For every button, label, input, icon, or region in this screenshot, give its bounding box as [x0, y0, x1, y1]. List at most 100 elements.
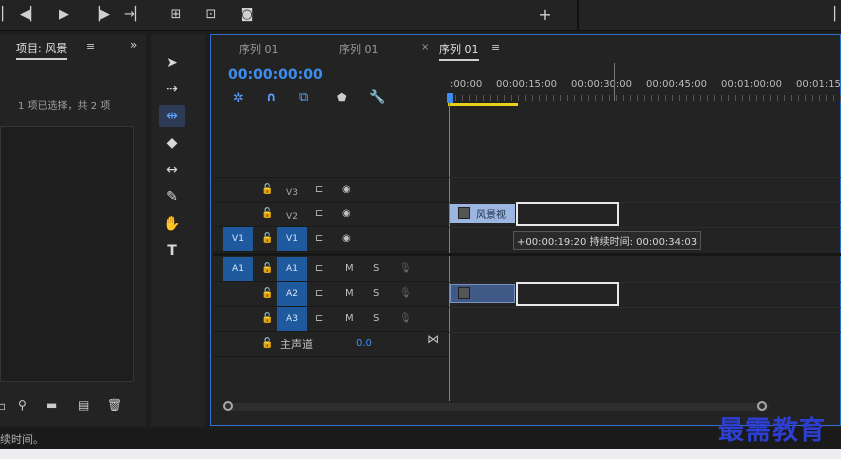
export-frame-icon[interactable]: ◙ [238, 6, 256, 24]
selection-tool-icon[interactable]: ➤ [159, 52, 185, 74]
expand-panels-icon[interactable]: » [130, 38, 137, 52]
scroll-handle-left[interactable] [223, 401, 233, 411]
trash-icon[interactable]: 🗑 [107, 398, 122, 412]
step-forward-icon[interactable]: ▕▶ [90, 6, 110, 24]
clip-thumbnail-icon [458, 207, 470, 219]
solo-button[interactable]: S [373, 263, 379, 274]
mark-in-icon[interactable]: ▏ [0, 6, 16, 24]
new-item-page-icon[interactable]: ▤ [78, 398, 89, 412]
ruler-label: 00:00:30:00 [571, 79, 633, 90]
nest-icon[interactable]: ✲ [233, 91, 244, 106]
solo-button[interactable]: S [373, 313, 379, 324]
playhead-handle[interactable] [447, 93, 453, 103]
selection-info: 1 项已选择，共 2 项 [18, 101, 111, 112]
add-marker-icon[interactable]: ⬟ [337, 91, 347, 104]
audio-clip[interactable] [450, 284, 515, 303]
ruler-label: 00:00:45:00 [646, 79, 708, 90]
snap-icon[interactable]: ∩ [266, 90, 277, 105]
microphone-icon[interactable]: 🎙 [399, 313, 412, 324]
audio-clip-ghost [516, 282, 619, 306]
microphone-icon[interactable]: 🎙 [399, 263, 412, 274]
mute-button[interactable]: M [345, 263, 354, 274]
playhead-line [449, 101, 450, 401]
project-tab-title[interactable]: 项目: 风景 [16, 40, 68, 60]
track-label[interactable]: V3 [277, 183, 307, 203]
track-line [449, 202, 841, 203]
hand-tool-icon[interactable]: ✋ [159, 213, 185, 235]
source-patch-a1[interactable]: A1 [223, 257, 253, 281]
track-target-v1[interactable]: V1 [277, 227, 307, 251]
settings-wrench-icon[interactable]: 🔧 [369, 90, 385, 105]
search-icon[interactable]: ⚲ [18, 398, 27, 412]
razor-tool-icon[interactable]: ◆ [159, 132, 185, 154]
cursor-line [614, 63, 615, 101]
track-label[interactable]: V2 [277, 207, 307, 227]
lock-icon[interactable]: 🔓 [261, 263, 273, 274]
step-back-icon[interactable]: ◀▏ [20, 6, 40, 24]
pen-tool-icon[interactable]: ✎ [159, 186, 185, 208]
lock-icon[interactable]: 🔓 [261, 338, 273, 349]
mute-button[interactable]: M [345, 288, 354, 299]
eye-icon[interactable]: ◉ [342, 233, 351, 244]
track-a2: 🔓 A2 ⊏ M S 🎙 [213, 282, 449, 307]
timeline-menu-icon[interactable]: ≡ [491, 41, 500, 54]
close-tab-icon[interactable]: × [421, 42, 429, 53]
lock-icon[interactable]: 🔓 [261, 313, 273, 324]
track-target-a2[interactable]: A2 [277, 282, 307, 306]
source-patch-v1[interactable]: V1 [223, 227, 253, 251]
new-item-icon[interactable]: ▫ [0, 399, 6, 413]
tab-sequence-active[interactable]: 序列 01 [439, 41, 479, 61]
track-v2: 🔓 V2 ⊏ ◉ [213, 202, 449, 227]
collapse-icon[interactable]: ⋈ [427, 332, 439, 346]
new-bin-icon[interactable]: ▬ [46, 398, 57, 412]
eye-icon[interactable]: ◉ [342, 208, 351, 219]
lock-icon[interactable]: 🔓 [261, 233, 273, 244]
time-ruler[interactable]: :00:00 00:00:15:00 00:00:30:00 00:00:45:… [448, 63, 841, 109]
tab-sequence-1[interactable]: 序列 01 [239, 41, 279, 57]
program-monitor-icon[interactable]: ▏ [830, 6, 841, 24]
track-line [449, 332, 841, 333]
sync-lock-icon[interactable]: ⊏ [315, 288, 323, 299]
track-master: 🔓 主声道 0.0 ⋈ [213, 332, 449, 357]
go-to-out-icon[interactable]: →▏ [124, 6, 145, 24]
sync-lock-icon[interactable]: ⊏ [315, 233, 323, 244]
solo-button[interactable]: S [373, 288, 379, 299]
sync-lock-icon[interactable]: ⊏ [315, 184, 323, 195]
sync-lock-icon[interactable]: ⊏ [315, 263, 323, 274]
track-select-tool-icon[interactable]: ⇢ [159, 78, 185, 100]
track-line [449, 282, 841, 283]
panel-menu-icon[interactable]: ≡ [86, 40, 95, 53]
type-tool-icon[interactable]: T [159, 240, 185, 262]
tools-panel: ➤ ⇢ ⇹ ◆ ↔ ✎ ✋ T [151, 34, 205, 426]
video-clip-ghost [516, 202, 619, 226]
track-a1: A1 🔓 A1 ⊏ M S 🎙 [213, 257, 449, 282]
timecode-display[interactable]: 00:00:00:00 [228, 67, 323, 83]
master-track-label: 主声道 [280, 338, 313, 351]
video-audio-divider[interactable] [213, 253, 841, 256]
ruler-ticks [448, 95, 841, 101]
mute-button[interactable]: M [345, 313, 354, 324]
slip-tool-icon[interactable]: ↔ [159, 159, 185, 181]
lock-icon[interactable]: 🔓 [261, 288, 273, 299]
track-target-a3[interactable]: A3 [277, 307, 307, 331]
project-bin-list[interactable] [0, 126, 134, 382]
insert-icon[interactable]: ⊞ [167, 6, 185, 24]
master-volume-value[interactable]: 0.0 [356, 338, 372, 349]
add-button-icon[interactable]: + [536, 6, 554, 24]
track-target-a1[interactable]: A1 [277, 257, 307, 281]
tab-sequence-2[interactable]: 序列 01 [339, 41, 379, 57]
microphone-icon[interactable]: 🎙 [399, 288, 412, 299]
lock-icon[interactable]: 🔓 [261, 208, 273, 219]
sync-lock-icon[interactable]: ⊏ [315, 208, 323, 219]
work-area-bar[interactable] [448, 103, 518, 106]
linked-selection-icon[interactable]: ⧉ [299, 90, 308, 105]
eye-icon[interactable]: ◉ [342, 184, 351, 195]
play-icon[interactable]: ▶ [55, 6, 73, 24]
lock-icon[interactable]: 🔓 [261, 184, 273, 195]
timeline-panel: 序列 01 序列 01 × 序列 01 ≡ 00:00:00:00 ✲ ∩ ⧉ … [210, 34, 841, 426]
ripple-edit-tool-icon[interactable]: ⇹ [159, 105, 185, 127]
sync-lock-icon[interactable]: ⊏ [315, 313, 323, 324]
overwrite-icon[interactable]: ⊡ [202, 6, 220, 24]
video-clip[interactable]: 风景视 [450, 204, 515, 223]
timeline-scrollbar[interactable] [225, 403, 769, 411]
